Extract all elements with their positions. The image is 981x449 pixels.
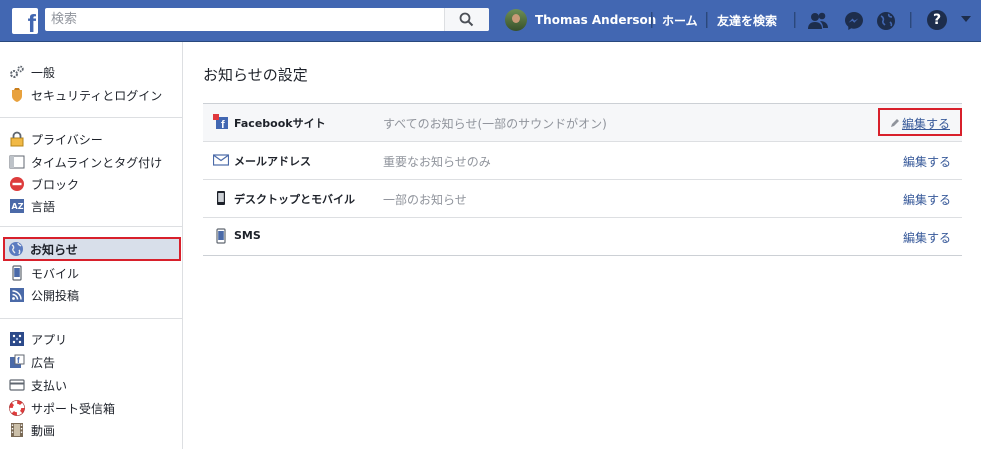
mobile-phone-icon <box>216 228 226 244</box>
sidebar-item-label: アプリ <box>31 332 68 347</box>
globe-icon[interactable] <box>875 10 897 32</box>
settings-row-email[interactable]: メールアドレス 重要なお知らせのみ 編集する <box>203 141 962 179</box>
home-link[interactable]: ホーム <box>662 12 698 29</box>
setting-label: デスクトップとモバイル <box>234 193 355 206</box>
help-icon[interactable]: ? <box>927 10 947 30</box>
settings-row-desktop-mobile[interactable]: デスクトップとモバイル 一部のお知らせ 編集する <box>203 179 962 217</box>
sidebar-item-security[interactable]: セキュリティとログイン <box>4 84 180 106</box>
sidebar-item-label: 広告 <box>31 355 56 370</box>
desktop-mobile-icon <box>217 191 225 205</box>
sidebar-item-privacy[interactable]: プライバシー <box>4 128 180 150</box>
edit-link[interactable]: 編集する <box>903 229 951 246</box>
settings-sidebar: 一般 セキュリティとログイン プライバシー タイムラインとタグ付け ブロック A… <box>0 42 183 449</box>
search-button[interactable] <box>444 8 489 31</box>
sidebar-divider <box>0 117 182 118</box>
avatar <box>505 9 527 31</box>
rss-icon <box>10 288 24 302</box>
edit-link[interactable]: 編集する <box>902 115 950 132</box>
mobile-phone-icon <box>12 265 22 281</box>
sidebar-item-label: タイムラインとタグ付け <box>31 155 163 170</box>
svg-text:AZ: AZ <box>12 202 24 211</box>
pencil-icon <box>891 119 899 127</box>
ads-icon: f <box>10 354 25 368</box>
sidebar-divider <box>0 226 182 227</box>
messenger-icon[interactable] <box>843 10 865 32</box>
sidebar-item-blocking[interactable]: ブロック <box>4 173 180 195</box>
settings-row-sms[interactable]: SMS 編集する <box>203 217 962 256</box>
credit-card-icon <box>9 379 25 391</box>
profile-link[interactable]: Thomas Anderson <box>505 8 656 32</box>
globe-icon <box>9 242 23 256</box>
search-box <box>45 8 489 31</box>
edit-link[interactable]: 編集する <box>903 153 951 170</box>
nav-divider <box>651 12 653 28</box>
sidebar-item-label: モバイル <box>31 266 80 281</box>
sidebar-item-mobile[interactable]: モバイル <box>4 262 180 284</box>
language-icon: AZ <box>10 199 24 213</box>
gears-icon <box>10 65 24 78</box>
caret-down-icon[interactable] <box>961 16 971 22</box>
nav-divider <box>706 12 708 28</box>
lifebuoy-icon <box>9 400 25 416</box>
highlighted-edit-box: 編集する <box>878 108 962 136</box>
settings-row-facebook[interactable]: f Facebookサイト すべてのお知らせ(一部のサウンドがオン) 編集する <box>203 103 962 141</box>
search-input[interactable] <box>45 8 451 31</box>
timeline-icon <box>9 155 25 169</box>
sidebar-item-videos[interactable]: 動画 <box>4 419 180 441</box>
sidebar-item-language[interactable]: AZ 言語 <box>4 195 180 217</box>
sidebar-item-label: 言語 <box>31 199 56 214</box>
setting-label: Facebookサイト <box>234 117 326 130</box>
sidebar-item-ads[interactable]: f 広告 <box>4 351 180 373</box>
badge-icon <box>12 88 22 102</box>
setting-label: メールアドレス <box>234 155 311 168</box>
top-navigation-bar: f Thomas Anderson ホーム 友達を検索 ? <box>0 0 981 42</box>
sidebar-item-label: お知らせ <box>30 242 78 257</box>
page-title: お知らせの設定 <box>203 66 308 84</box>
sidebar-item-label: 動画 <box>31 423 56 438</box>
sidebar-item-label: セキュリティとログイン <box>31 88 163 103</box>
sidebar-item-notifications[interactable]: お知らせ <box>3 237 181 261</box>
sidebar-item-label: ブロック <box>31 177 80 192</box>
sidebar-item-support-inbox[interactable]: サポート受信箱 <box>4 397 180 419</box>
edit-link[interactable]: 編集する <box>903 191 951 208</box>
sidebar-item-label: 一般 <box>31 65 56 80</box>
film-icon <box>11 423 23 437</box>
sidebar-item-payments[interactable]: 支払い <box>4 374 180 396</box>
nav-divider <box>794 12 796 28</box>
find-friends-link[interactable]: 友達を検索 <box>717 12 777 29</box>
lock-icon <box>10 131 24 147</box>
sidebar-item-label: サポート受信箱 <box>31 401 116 416</box>
nav-divider <box>910 12 912 28</box>
sidebar-item-label: 支払い <box>31 378 68 393</box>
svg-text:f: f <box>17 356 20 365</box>
sidebar-item-general[interactable]: 一般 <box>4 61 180 83</box>
friends-icon[interactable] <box>807 10 829 32</box>
apps-icon <box>10 332 24 346</box>
notification-settings-table: f Facebookサイト すべてのお知らせ(一部のサウンドがオン) 編集する … <box>203 103 962 256</box>
search-icon <box>459 12 474 27</box>
setting-label: SMS <box>234 229 261 242</box>
setting-value: 重要なお知らせのみ <box>383 155 491 169</box>
sidebar-item-label: プライバシー <box>31 132 103 147</box>
sidebar-item-apps[interactable]: アプリ <box>4 328 180 350</box>
email-icon <box>213 154 229 166</box>
setting-value: すべてのお知らせ(一部のサウンドがオン) <box>383 117 607 131</box>
sidebar-item-public-posts[interactable]: 公開投稿 <box>4 284 180 306</box>
setting-value: 一部のお知らせ <box>383 193 467 207</box>
sidebar-item-label: 公開投稿 <box>31 288 80 303</box>
svg-text:f: f <box>221 119 225 130</box>
block-icon <box>10 177 24 191</box>
facebook-logo[interactable]: f <box>12 8 38 37</box>
facebook-notification-icon: f <box>213 114 228 130</box>
sidebar-item-timeline[interactable]: タイムラインとタグ付け <box>4 151 180 173</box>
sidebar-divider <box>0 318 182 319</box>
user-name: Thomas Anderson <box>535 13 657 27</box>
